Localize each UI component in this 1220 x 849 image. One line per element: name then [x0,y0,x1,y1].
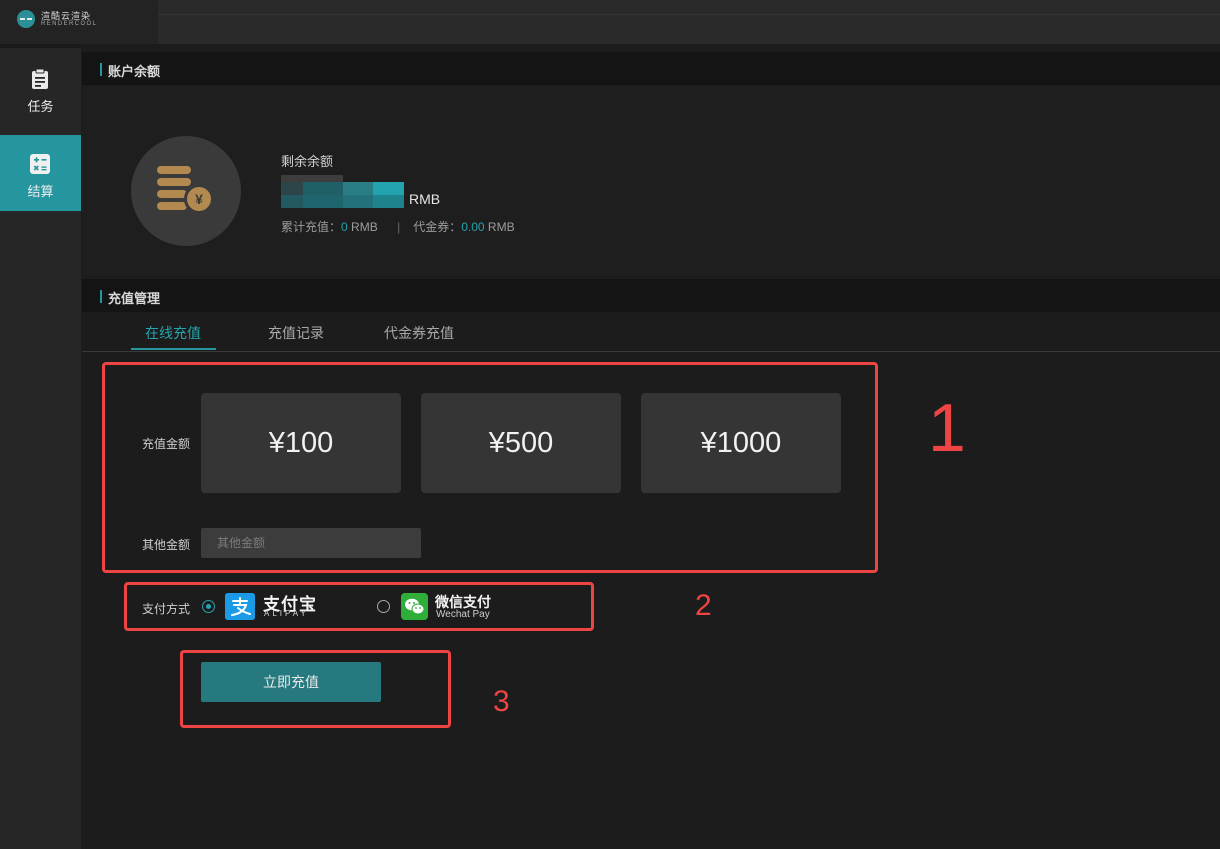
annotation-number-2: 2 [695,589,712,622]
balance-label: 剩余余额 [281,154,334,169]
logo-text-en: RENDERCOOL [41,21,98,27]
voucher-value: 0.00 [461,220,485,234]
annotation-box-3 [180,650,451,728]
sidebar: 任务 结算 [0,44,81,849]
balance-panel [82,86,1220,276]
total-recharge-label: 累计充值： [281,220,342,234]
coin-stack-bar [157,178,191,186]
recharge-section-header: 充值管理 [82,279,1220,312]
total-recharge-unit: RMB [351,220,378,234]
section-title: 充值管理 [108,291,161,306]
annotation-box-2 [124,582,594,631]
annotation-number-1: 1 [928,390,966,466]
section-title: 账户余额 [108,64,161,79]
coins-icon: ¥ [131,136,241,246]
annotation-box-1 [102,362,878,573]
coin-stack-bar [157,190,187,198]
sidebar-item-tasks[interactable]: 任务 [0,50,81,126]
balance-unit: RMB [409,191,441,207]
coin-stack-bar [157,202,187,210]
title-bar-divider [158,14,1220,15]
section-accent [100,290,102,303]
logo-text-cn: 渲酷云渲染 [41,11,92,21]
sidebar-item-label: 结算 [27,184,54,199]
calculator-icon [30,154,50,174]
active-tab-indicator [131,348,216,350]
clipboard-icon [32,68,48,89]
tab-online-recharge[interactable]: 在线充值 [145,323,201,343]
recharge-tabs: 在线充值 充值记录 代金券充值 [82,316,1220,352]
balance-section-header: 账户余额 [82,52,1220,85]
meta-separator: | [397,220,401,234]
voucher-unit: RMB [487,220,515,234]
coin-stack-bar [157,166,191,174]
section-accent [100,63,102,76]
balance-value-redacted [281,175,404,208]
voucher-label: 代金券： [413,220,462,234]
logo-area: 渲酷云渲染 RENDERCOOL [0,0,158,44]
sidebar-item-billing[interactable]: 结算 [0,135,81,211]
balance-meta: 累计充值：0 RMB | 代金券：0.00 RMB [281,218,515,235]
sidebar-item-label: 任务 [27,99,54,114]
logo-icon [17,10,35,28]
yen-coin-icon: ¥ [184,184,214,214]
annotation-number-3: 3 [493,685,510,718]
total-recharge-value: 0 [341,220,348,234]
title-bar: 渲酷云渲染 RENDERCOOL [0,0,1220,44]
tab-recharge-history[interactable]: 充值记录 [268,323,324,343]
tab-voucher-recharge[interactable]: 代金券充值 [384,323,454,343]
